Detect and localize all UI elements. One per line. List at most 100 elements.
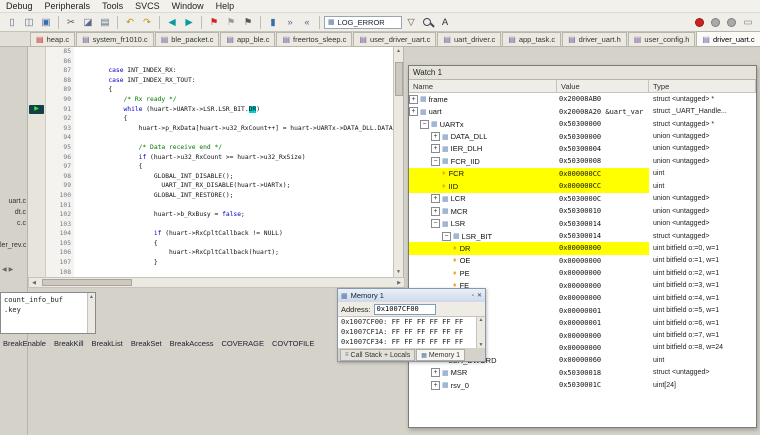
- menu-debug[interactable]: Debug: [0, 0, 39, 13]
- scroll-left-icon[interactable]: ◀: [29, 280, 39, 286]
- watch-row[interactable]: +▦frame0x20008AB0struct <untagged> *: [409, 93, 756, 105]
- tab-app_task-c[interactable]: ▤app_task.c: [502, 32, 561, 46]
- watch-column-value[interactable]: Value: [557, 80, 649, 92]
- breakpoint-kill-all-icon[interactable]: ⚑: [240, 15, 256, 30]
- scroll-thumb[interactable]: [395, 62, 403, 96]
- new-file-icon[interactable]: ▯: [4, 15, 20, 30]
- search-icon[interactable]: [420, 15, 436, 30]
- menu-peripherals[interactable]: Peripherals: [39, 0, 97, 13]
- menu-window[interactable]: Window: [166, 0, 210, 13]
- command-breaklist[interactable]: BreakList: [92, 339, 123, 348]
- watch-row[interactable]: +▦LCR0x5030000Cunion <untagged>: [409, 193, 756, 205]
- collapse-icon[interactable]: −: [420, 120, 429, 129]
- tab-user_driver_uart-c[interactable]: ▤user_driver_uart.c: [353, 32, 436, 46]
- expand-icon[interactable]: +: [431, 381, 440, 390]
- expand-icon[interactable]: +: [431, 132, 440, 141]
- outdent-icon[interactable]: «: [299, 15, 315, 30]
- command-breakset[interactable]: BreakSet: [131, 339, 162, 348]
- watch-row[interactable]: ♦PE0x00000000uint bitfield o:=2, w=1: [409, 267, 756, 279]
- expand-icon[interactable]: +: [431, 207, 440, 216]
- symbol-item[interactable]: count_info_buf: [4, 295, 87, 305]
- navigate-forward-icon[interactable]: ▶: [181, 15, 197, 30]
- watch-column-name[interactable]: Name: [409, 80, 557, 92]
- record-dot-icon[interactable]: [695, 18, 704, 27]
- scroll-right-icon[interactable]: ▶: [394, 280, 404, 286]
- redo-icon[interactable]: ↷: [139, 15, 155, 30]
- watch-row[interactable]: −▦UARTx0x50300000struct <untagged> *: [409, 118, 756, 130]
- collapse-icon[interactable]: −: [442, 232, 451, 241]
- symbol-list-scrollbar[interactable]: ▲: [87, 293, 95, 333]
- log-filter-combo[interactable]: ▦LOG_ERROR: [324, 16, 402, 29]
- scroll-down-icon[interactable]: ▼: [396, 268, 401, 277]
- restore-icon[interactable]: ▫: [472, 293, 474, 299]
- mini-scroll-icons[interactable]: ◀▶: [2, 266, 15, 273]
- watch-column-type[interactable]: Type: [649, 80, 756, 92]
- code-editor[interactable]: ▶ 85868788899091929394959697989910010110…: [28, 47, 404, 277]
- watch-row[interactable]: −▦LSR_BIT0x50300014struct <untagged>: [409, 230, 756, 242]
- watch-row[interactable]: +▦rsv_00x5030001Cuint[24]: [409, 379, 756, 391]
- breakpoint-icon[interactable]: ⚑: [206, 15, 222, 30]
- dock-tab-memory-1[interactable]: ▦Memory 1: [416, 349, 465, 361]
- watch-row[interactable]: +▦uart0x20008A20 &uart_varstruct _UART_H…: [409, 105, 756, 117]
- breakpoint-disable-icon[interactable]: ⚑: [223, 15, 239, 30]
- tab-driver_uart-c[interactable]: ▤driver_uart.c: [696, 31, 760, 46]
- watch-row[interactable]: +▦MSR0x50300018struct <untagged>: [409, 367, 756, 379]
- symbol-list[interactable]: count_info_buf.key: [1, 293, 87, 333]
- watch-row[interactable]: ♦DR0x00000000uint bitfield o:=0, w=1: [409, 242, 756, 254]
- scroll-up-icon[interactable]: ▲: [396, 47, 401, 56]
- symbol-item[interactable]: .key: [4, 305, 87, 315]
- watch-row[interactable]: ♦FCR0x000000CCuint: [409, 168, 756, 180]
- open-file-icon[interactable]: ◫: [21, 15, 37, 30]
- font-icon[interactable]: A: [437, 15, 453, 30]
- tab-freertos_sleep-c[interactable]: ▤freertos_sleep.c: [276, 32, 352, 46]
- navigate-back-icon[interactable]: ◀: [164, 15, 180, 30]
- watch-row[interactable]: ♦IID0x000000CCuint: [409, 180, 756, 192]
- expand-icon[interactable]: +: [431, 368, 440, 377]
- watch-row[interactable]: −▦LSR0x50300014union <untagged>: [409, 217, 756, 229]
- command-covtofile[interactable]: COVTOFILE: [272, 339, 314, 348]
- close-icon[interactable]: ✕: [477, 292, 482, 299]
- paste-icon[interactable]: ▤: [97, 15, 113, 30]
- editor-vertical-scrollbar[interactable]: ▲ ▼: [393, 47, 403, 277]
- scroll-thumb[interactable]: [42, 279, 132, 286]
- tab-driver_uart-h[interactable]: ▤driver_uart.h: [562, 32, 627, 46]
- watch-window-title[interactable]: Watch 1: [409, 66, 756, 80]
- editor-margin[interactable]: ▶: [28, 47, 46, 277]
- indent-icon[interactable]: »: [282, 15, 298, 30]
- command-breakaccess[interactable]: BreakAccess: [170, 339, 214, 348]
- memory-address-input[interactable]: [374, 304, 436, 315]
- filter-icon[interactable]: ▽: [403, 15, 419, 30]
- expand-icon[interactable]: +: [409, 95, 418, 104]
- expand-icon[interactable]: +: [409, 107, 418, 116]
- watch-row[interactable]: +▦MCR0x50300010union <untagged>: [409, 205, 756, 217]
- menu-svcs[interactable]: SVCS: [129, 0, 166, 13]
- expand-icon[interactable]: +: [431, 194, 440, 203]
- tab-app_ble-c[interactable]: ▤app_ble.c: [220, 32, 275, 46]
- memory-window-titlebar[interactable]: ▦ Memory 1 ▫ ✕: [338, 289, 485, 302]
- command-breakkill[interactable]: BreakKill: [54, 339, 84, 348]
- tab-system_fr1010-c[interactable]: ▤system_fr1010.c: [76, 32, 154, 46]
- watch-row[interactable]: +▦DATA_DLL0x50300000union <untagged>: [409, 130, 756, 142]
- command-coverage[interactable]: COVERAGE: [221, 339, 264, 348]
- status-dot2-icon[interactable]: [727, 18, 736, 27]
- menu-tools[interactable]: Tools: [96, 0, 129, 13]
- watch-row[interactable]: ♦OE0x00000000uint bitfield o:=1, w=1: [409, 255, 756, 267]
- project-item[interactable]: uart.c: [0, 196, 26, 207]
- code-area[interactable]: case INT_INDEX_RX: case INT_INDEX_RX_TOU…: [74, 47, 393, 277]
- tab-heap-c[interactable]: ▤heap.c: [30, 32, 75, 46]
- project-item[interactable]: ler_rev.cl: [0, 240, 26, 251]
- bookmark-icon[interactable]: ▮: [265, 15, 281, 30]
- copy-icon[interactable]: ◪: [80, 15, 96, 30]
- tab-ble_packet-c[interactable]: ▤ble_packet.c: [155, 32, 220, 46]
- collapse-icon[interactable]: −: [431, 157, 440, 166]
- collapse-icon[interactable]: −: [431, 219, 440, 228]
- status-dot-icon[interactable]: [711, 18, 720, 27]
- menu-help[interactable]: Help: [210, 0, 241, 13]
- dock-tab-call-stack-locals[interactable]: ≡Call Stack + Locals: [340, 349, 415, 361]
- save-icon[interactable]: ▣: [38, 15, 54, 30]
- tab-uart_driver-c[interactable]: ▤uart_driver.c: [437, 32, 501, 46]
- memory-hex-view[interactable]: 0x1007CF00: FF FF FF FF FF FF0x1007CF1A:…: [338, 317, 476, 348]
- window-icon[interactable]: ▭: [740, 15, 756, 30]
- memory-scrollbar[interactable]: ▲ ▼: [476, 317, 485, 348]
- cut-icon[interactable]: ✂: [63, 15, 79, 30]
